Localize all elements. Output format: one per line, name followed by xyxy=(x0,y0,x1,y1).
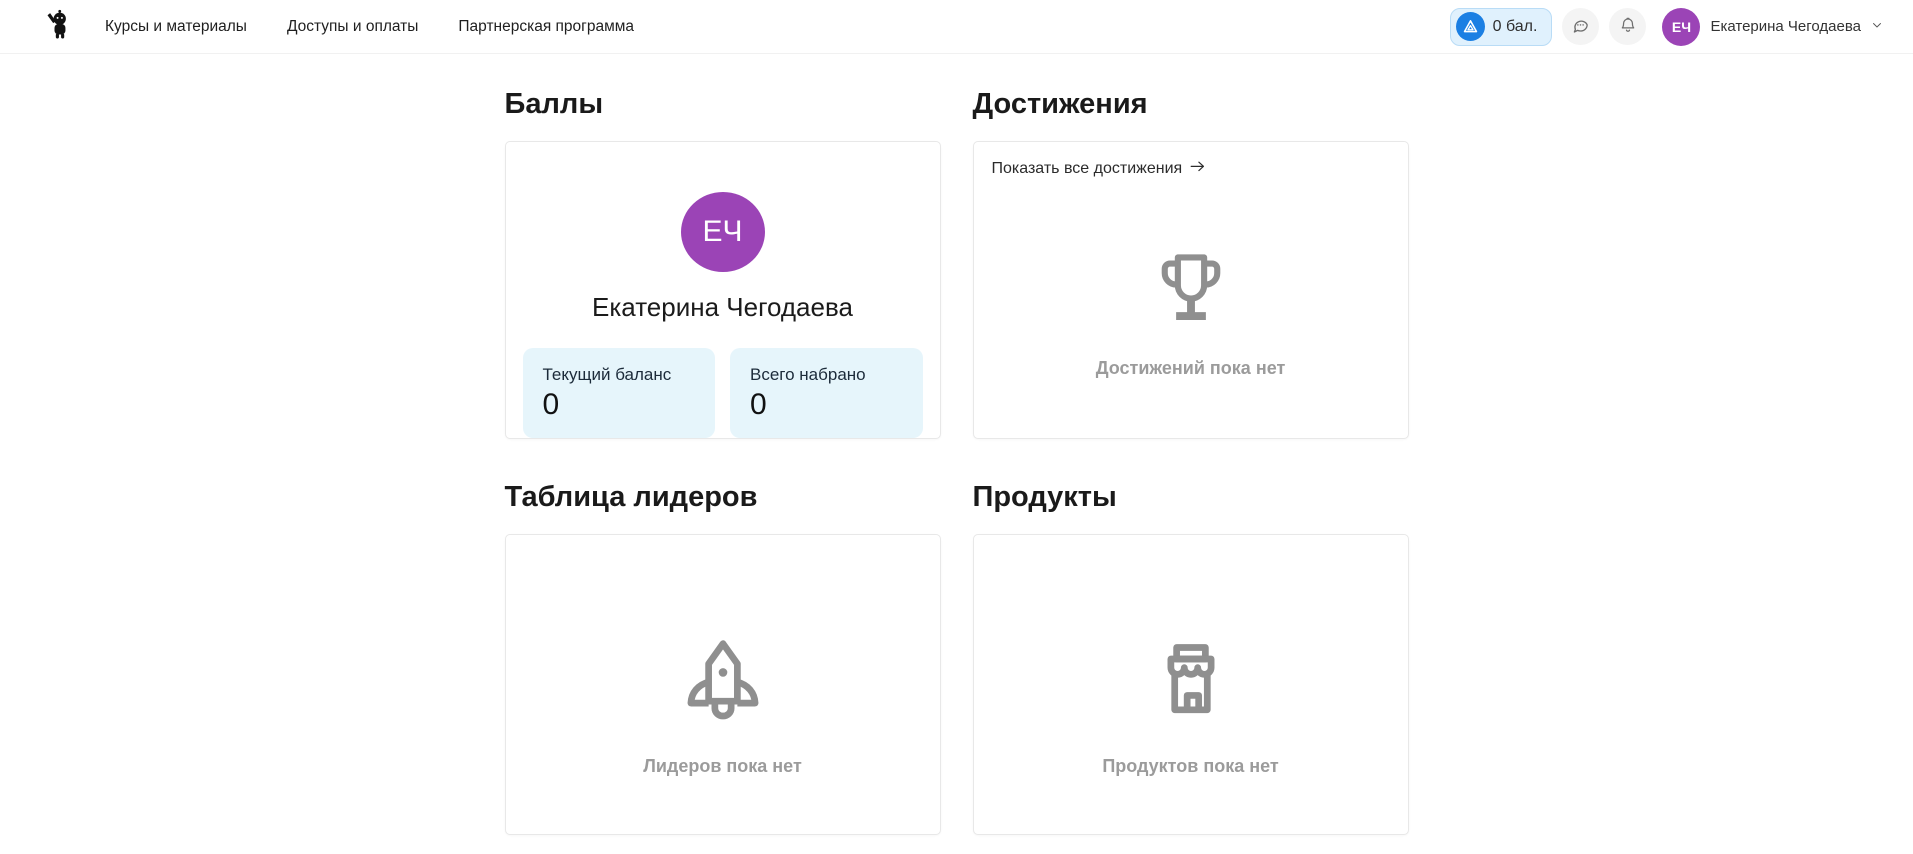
achievements-section-title: Достижения xyxy=(972,88,1148,120)
current-balance-value: 0 xyxy=(542,388,560,421)
section-points: Баллы ЕЧ Екатерина Чегодаева Текущий бал… xyxy=(504,88,941,439)
achievements-empty-text: Достижений пока нет xyxy=(1095,358,1286,378)
nav-item-courses[interactable]: Курсы и материалы xyxy=(105,18,247,36)
leaderboard-empty-text: Лидеров пока нет xyxy=(643,756,802,776)
profile-name: Екатерина Чегодаева xyxy=(592,292,853,322)
points-badge[interactable]: 0 бал. xyxy=(1449,7,1553,46)
profile-avatar: ЕЧ xyxy=(680,192,765,272)
achievements-card: Показать все достижения Достижений пока … xyxy=(972,141,1409,439)
products-section-title: Продукты xyxy=(972,481,1117,513)
products-empty-text: Продуктов пока нет xyxy=(1102,756,1279,776)
app-logo[interactable] xyxy=(44,8,72,45)
points-section-title: Баллы xyxy=(504,88,604,120)
section-products: Продукты Продуктов пока нет xyxy=(972,481,1409,835)
rocket-icon xyxy=(677,636,769,728)
trophy-icon xyxy=(1149,246,1233,330)
points-badge-label: 0 бал. xyxy=(1492,17,1538,35)
top-navbar: Курсы и материалы Доступы и оплаты Партн… xyxy=(0,0,1913,54)
main-nav: Курсы и материалы Доступы и оплаты Партн… xyxy=(105,18,634,36)
products-card: Продуктов пока нет xyxy=(972,534,1409,835)
chat-bubble-icon xyxy=(1570,15,1591,39)
leaderboard-card: Лидеров пока нет xyxy=(504,534,941,835)
chat-button[interactable] xyxy=(1562,8,1600,45)
user-name: Екатерина Чегодаева xyxy=(1710,18,1861,35)
nav-item-partner-program[interactable]: Партнерская программа xyxy=(458,18,634,36)
dashboard-grid: Баллы ЕЧ Екатерина Чегодаева Текущий бал… xyxy=(504,88,1409,835)
arrow-right-icon xyxy=(1189,159,1206,178)
bell-icon xyxy=(1618,15,1638,39)
show-all-achievements-link[interactable]: Показать все достижения xyxy=(992,159,1207,178)
current-balance-box: Текущий баланс 0 xyxy=(522,348,715,438)
total-earned-box: Всего набрано 0 xyxy=(730,348,923,438)
nav-item-access-payments[interactable]: Доступы и оплаты xyxy=(287,18,418,36)
robot-logo-icon xyxy=(44,8,72,45)
points-stats-row: Текущий баланс 0 Всего набрано 0 xyxy=(522,348,923,438)
total-earned-value: 0 xyxy=(750,388,767,421)
points-triangle-icon xyxy=(1455,12,1485,41)
section-leaderboard: Таблица лидеров Лидеров пока нет xyxy=(504,481,941,835)
total-earned-label: Всего набрано xyxy=(750,365,866,384)
leaderboard-section-title: Таблица лидеров xyxy=(504,481,758,513)
user-menu[interactable]: ЕЧ Екатерина Чегодаева xyxy=(1662,7,1883,46)
storefront-icon xyxy=(1145,636,1237,728)
notifications-button[interactable] xyxy=(1609,8,1647,45)
chevron-down-icon xyxy=(1871,18,1883,36)
current-balance-label: Текущий баланс xyxy=(542,365,672,384)
show-all-achievements-label: Показать все достижения xyxy=(991,159,1183,177)
header-actions: 0 бал. ЕЧ Екатерина Чегодаева xyxy=(1449,7,1883,46)
user-avatar: ЕЧ xyxy=(1662,7,1701,46)
points-card: ЕЧ Екатерина Чегодаева Текущий баланс 0 … xyxy=(504,141,941,439)
section-achievements: Достижения Показать все достижения Дости… xyxy=(972,88,1409,439)
